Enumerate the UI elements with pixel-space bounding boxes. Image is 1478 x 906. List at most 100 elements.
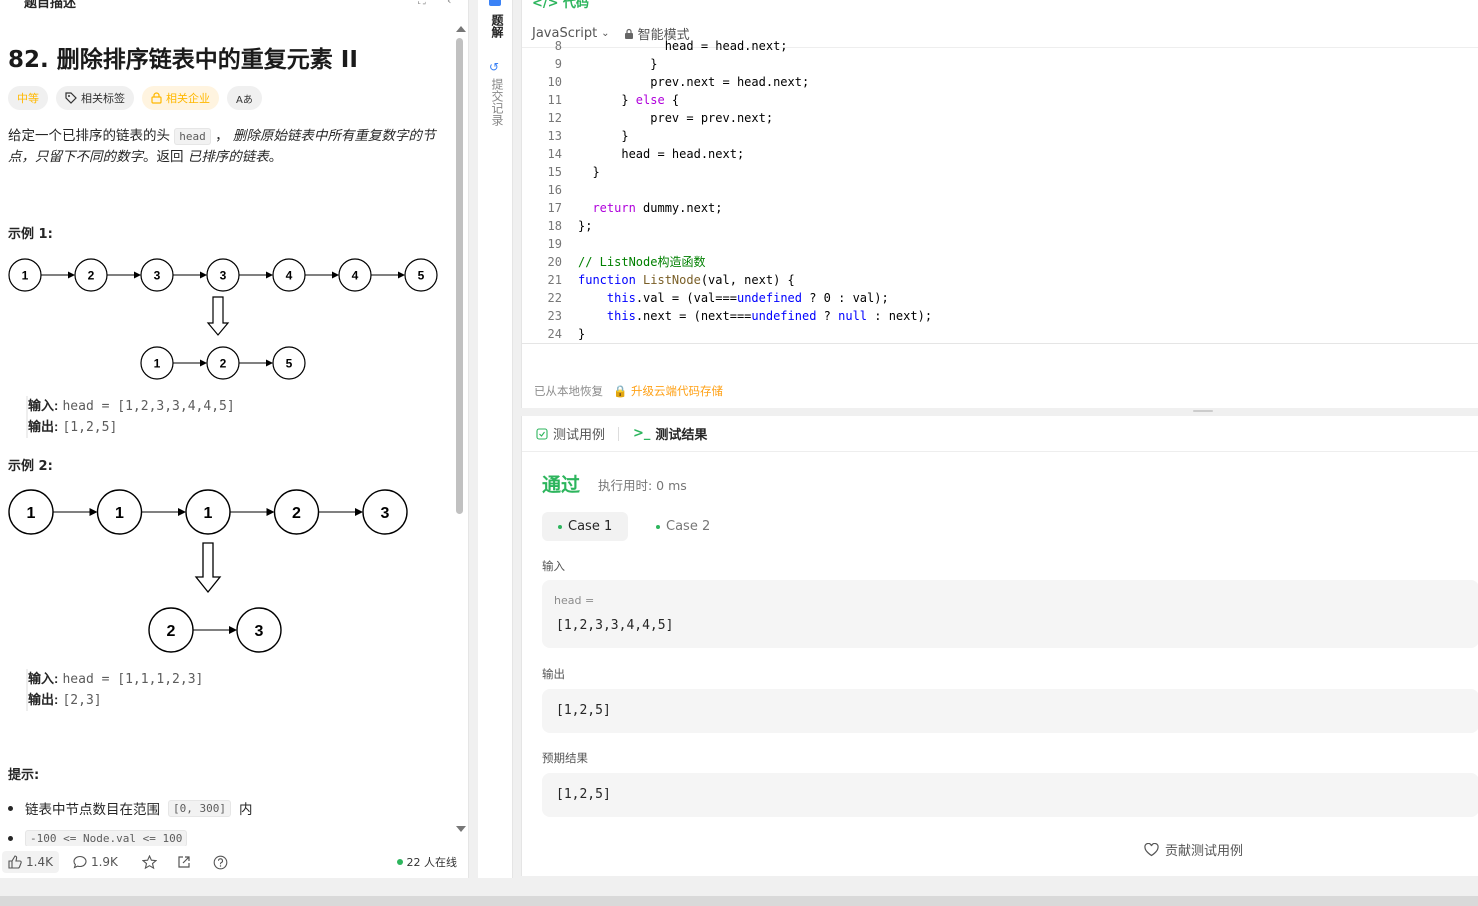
case-2-tab[interactable]: Case 2 — [640, 512, 726, 541]
comment-count: 1.9K — [90, 855, 118, 869]
down-arrow-icon — [194, 542, 222, 594]
code-line[interactable]: 10 prev.next = head.next; — [522, 73, 1478, 91]
share-icon — [178, 856, 190, 868]
tab-result[interactable]: >_ 测试结果 — [629, 424, 717, 443]
example2-input-label: 输入: — [28, 671, 59, 686]
example2-diagram: 1 1 1 2 3 2 3 — [8, 489, 408, 653]
desc-text-6: 。 — [268, 149, 283, 165]
code-line[interactable]: 11 } else { — [522, 91, 1478, 109]
expected-box: [1,2,5] — [542, 773, 1478, 817]
upgrade-storage-link[interactable]: 🔒 升级云端代码存储 — [613, 383, 723, 399]
code-line[interactable]: 20 // ListNode构造函数 — [522, 253, 1478, 271]
expected-value: [1,2,5] — [556, 787, 611, 802]
result-status: 通过 — [542, 474, 581, 496]
terminal-icon: >_ — [633, 426, 651, 441]
down-arrow-icon — [206, 296, 230, 336]
scroll-up-arrow[interactable] — [456, 26, 466, 32]
help-button[interactable] — [213, 855, 228, 870]
star-icon — [141, 854, 157, 869]
line-number: 21 — [547, 273, 562, 287]
input-var-label: head = — [554, 594, 595, 607]
difficulty-badge[interactable]: 中等 — [8, 86, 48, 110]
line-number: 13 — [547, 129, 562, 143]
translate-button[interactable]: Aあ — [227, 86, 262, 110]
favorite-button[interactable] — [141, 854, 157, 870]
example2-output-label: 输出: — [28, 692, 59, 707]
code-line[interactable]: 9 } — [522, 55, 1478, 73]
like-button[interactable]: 1.4K — [2, 851, 59, 873]
input-box: head = [1,2,3,3,4,4,5] — [542, 580, 1478, 648]
line-number: 12 — [547, 111, 562, 125]
code-line[interactable]: 22 this.val = (val===undefined ? 0 : val… — [522, 289, 1478, 307]
example1-input-value: head = [1,2,3,3,4,4,5] — [62, 399, 235, 414]
tab-testcase[interactable]: 测试用例 — [522, 424, 629, 443]
companies-tag-button[interactable]: 相关企业 — [142, 86, 219, 110]
code-line[interactable]: 24} — [522, 325, 1478, 343]
line-number: 19 — [547, 237, 562, 251]
line-text: this.val = (val===undefined ? 0 : val); — [606, 291, 889, 305]
code-line[interactable]: 21 function ListNode(val, next) { — [522, 271, 1478, 289]
tab-separator — [618, 426, 620, 441]
node-value: 1 — [27, 505, 36, 522]
line-text: function ListNode(val, next) { — [578, 273, 795, 287]
node-value: 3 — [220, 268, 227, 282]
resize-handle[interactable] — [1193, 410, 1213, 412]
tab-result-label: 测试结果 — [655, 428, 708, 443]
online-count: 22 人在线 — [396, 854, 458, 870]
hint2-code: -100 <= Node.val <= 100 — [25, 830, 188, 847]
tab-submissions[interactable]: 提交记录 — [488, 78, 504, 126]
description-tabbar: 题目描述 ⛶ ‹ — [0, 0, 468, 11]
code-line[interactable]: 12 prev = prev.next; — [522, 109, 1478, 127]
line-text: // ListNode构造函数 — [578, 255, 706, 269]
code-line[interactable]: 16 — [522, 181, 1478, 199]
description-scrollbar[interactable] — [456, 38, 463, 514]
desc-text-5: 已排序的链表 — [187, 149, 269, 165]
runtime-text: 执行用时: 0 ms — [598, 478, 687, 493]
example1-diagram: 1 2 3 3 4 4 5 1 2 5 — [8, 258, 438, 380]
line-number: 18 — [547, 219, 562, 233]
code-line[interactable]: 23 this.next = (next===undefined ? null … — [522, 307, 1478, 325]
scroll-down-arrow[interactable] — [456, 826, 466, 832]
line-number: 10 — [547, 75, 562, 89]
description-tab-title[interactable]: 题目描述 — [24, 0, 76, 11]
example1-title: 示例 1: — [8, 227, 53, 242]
line-text: } — [578, 327, 586, 341]
translate-icon: Aあ — [236, 94, 253, 106]
node-value: 1 — [154, 356, 161, 370]
case-1-tab[interactable]: Case 1 — [542, 512, 629, 541]
online-text: 22 人在线 — [406, 856, 458, 869]
code-line[interactable]: 14 head = head.next; — [522, 145, 1478, 163]
checkbox-icon — [536, 427, 548, 440]
example2-output-value: [2,3] — [62, 693, 102, 708]
expand-icon[interactable]: ⛶ — [418, 0, 426, 8]
line-number: 11 — [547, 93, 562, 107]
code-line[interactable]: 8 head = head.next; — [522, 37, 1478, 55]
code-line[interactable]: 13 } — [522, 127, 1478, 145]
node-value: 5 — [286, 356, 293, 370]
companies-tag-label: 相关企业 — [166, 92, 210, 105]
collapse-icon[interactable]: ‹ — [447, 0, 451, 7]
restore-status: 已从本地恢复 — [534, 384, 603, 398]
tab-solutions[interactable]: 题解 — [488, 14, 504, 38]
case-status-dot — [656, 524, 660, 529]
example2-title: 示例 2: — [8, 459, 53, 474]
tag-row: 中等 相关标签 相关企业 Aあ — [8, 86, 262, 110]
code-line[interactable]: 15 } — [522, 163, 1478, 181]
hint-item: 链表中节点数目在范围 [0, 300] 内 — [8, 798, 252, 818]
contribute-label: 贡献测试用例 — [1165, 844, 1244, 859]
line-number: 20 — [547, 255, 562, 269]
node-value: 2 — [220, 356, 227, 370]
share-button[interactable] — [177, 855, 191, 869]
node-value: 4 — [352, 268, 359, 282]
example2-io: 输入: head = [1,1,1,2,3] 输出: [2,3] — [26, 669, 203, 711]
code-line[interactable]: 17 return dummy.next; — [522, 199, 1478, 217]
contribute-testcase-button[interactable]: 贡献测试用例 — [1144, 840, 1243, 859]
desc-text-1: 给定一个已排序的链表的头 — [8, 128, 170, 144]
comments-button[interactable]: 1.9K — [73, 855, 118, 869]
description-panel: 题目描述 ⛶ ‹ 82. 删除排序链表中的重复元素 II 中等 相关标签 相关企… — [0, 0, 469, 878]
hint-item: -100 <= Node.val <= 100 — [8, 830, 252, 847]
heart-icon — [1144, 842, 1159, 856]
code-line[interactable]: 18}; — [522, 217, 1478, 235]
code-line[interactable]: 19 — [522, 235, 1478, 253]
topics-tag-button[interactable]: 相关标签 — [56, 86, 134, 110]
